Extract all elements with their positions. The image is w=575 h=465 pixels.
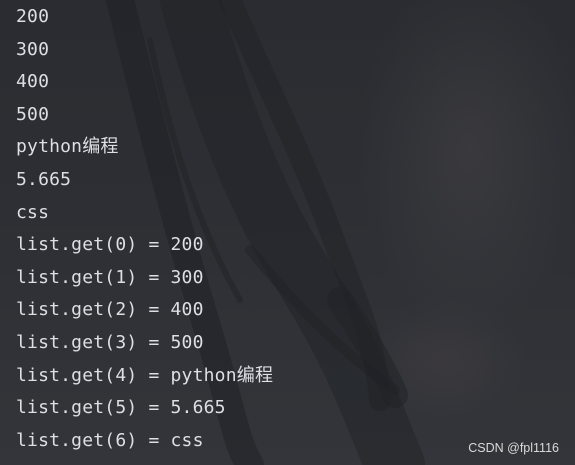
console-line: python编程: [16, 136, 119, 158]
console-line: 500: [16, 103, 50, 125]
console-line: 200: [16, 6, 50, 27]
console-line: 300: [16, 38, 50, 60]
console-line: list.get(4) = python编程: [16, 364, 274, 386]
watermark: CSDN @fpl1116: [468, 441, 559, 455]
console-output: 200 300 400 500 python编程 5.665 css list.…: [16, 0, 273, 457]
console-line: list.get(1) = 300: [16, 266, 204, 288]
console-line: 5.665: [16, 168, 72, 190]
console-line: 400: [16, 71, 50, 93]
console-line: list.get(6) = css: [16, 429, 204, 451]
console-line: list.get(2) = 400: [16, 299, 204, 321]
console-line: list.get(0) = 200: [16, 234, 204, 256]
console-line: css: [16, 201, 50, 223]
console-line: list.get(5) = 5.665: [16, 397, 226, 419]
console-line: list.get(3) = 500: [16, 331, 204, 353]
